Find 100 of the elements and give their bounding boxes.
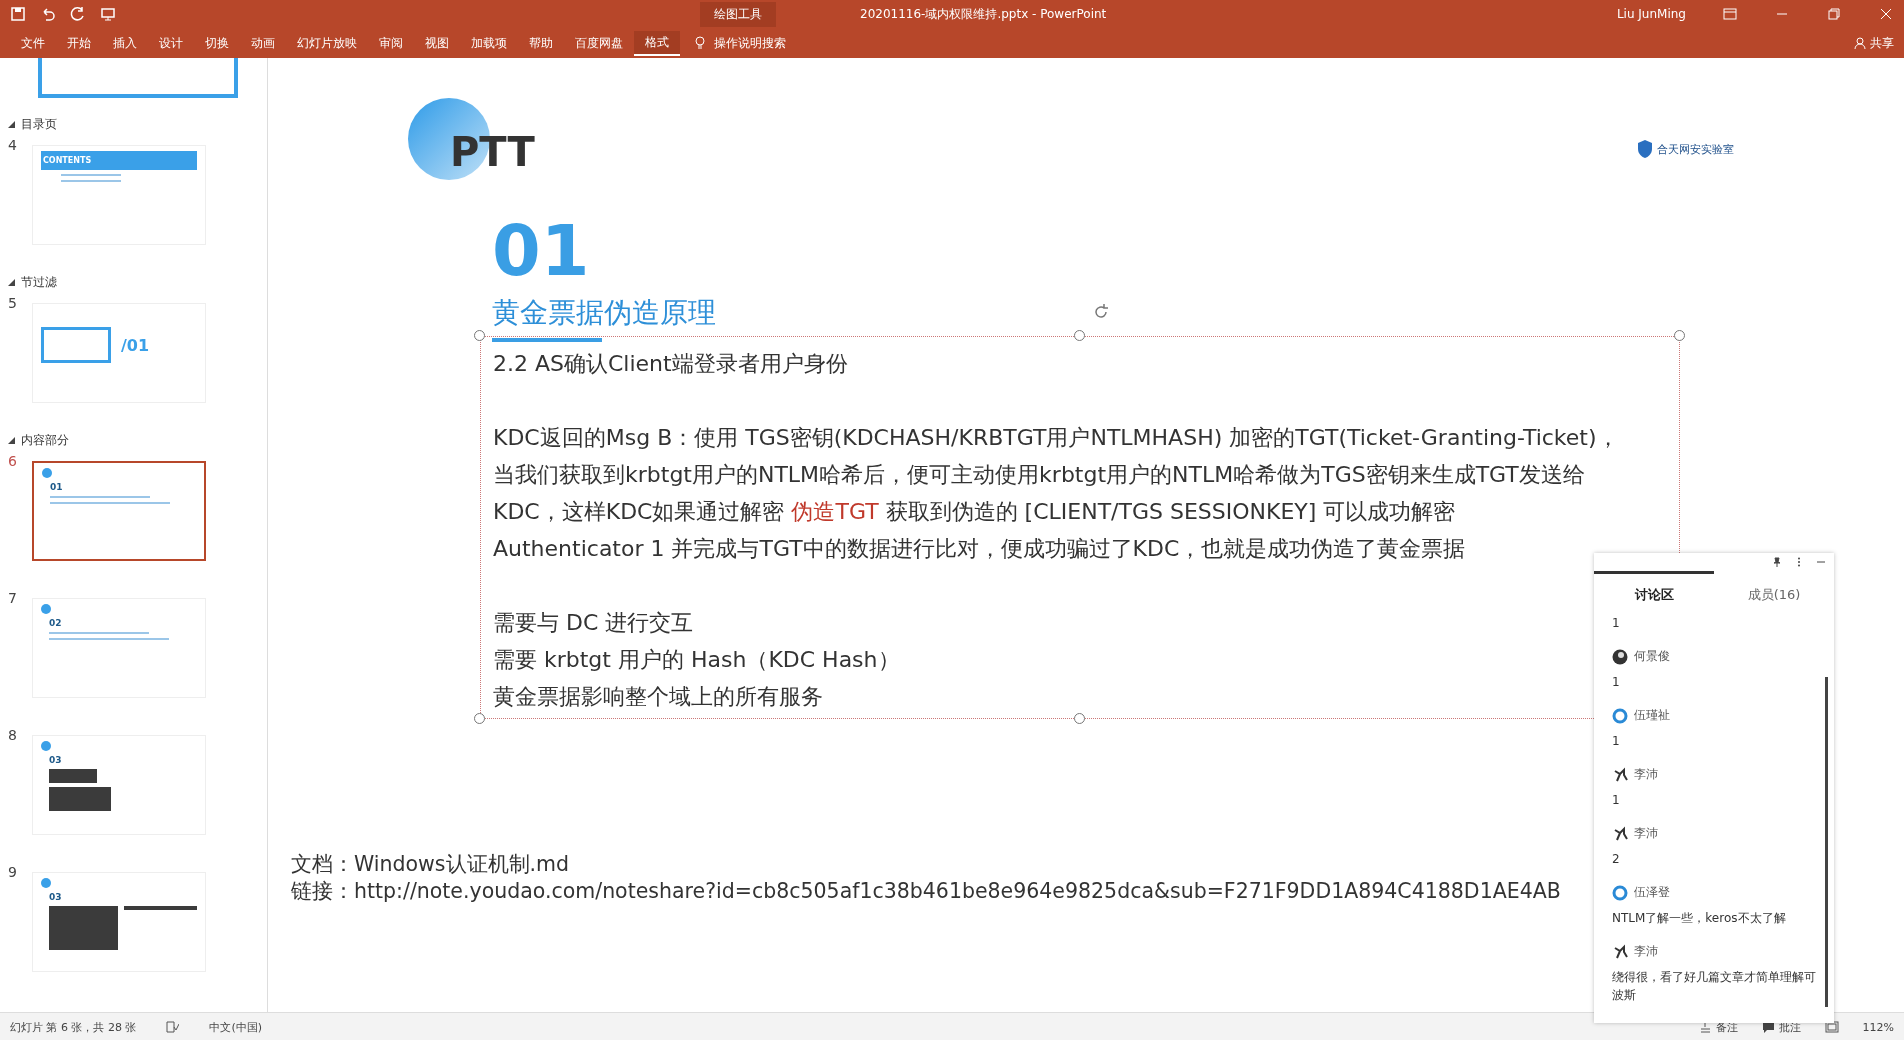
slide-number: 6 xyxy=(8,453,18,471)
ribbon-tab[interactable]: 审阅 xyxy=(368,31,414,55)
scrollbar[interactable] xyxy=(1825,677,1828,1007)
collapse-icon[interactable] xyxy=(8,437,15,444)
chat-message: 1 xyxy=(1612,792,1621,809)
ribbon-tab[interactable]: 加载项 xyxy=(460,31,518,55)
link-text[interactable]: 链接：http://note.youdao.com/noteshare?id=cb8c505af1c38b461be8e964e9825dca&sub=F271F9DD1A894C4188D1AE4AB xyxy=(291,878,1561,905)
ribbon-options-icon[interactable] xyxy=(1722,6,1738,22)
brand-name: 合天网安实验室 xyxy=(1657,141,1734,157)
thumbnail-logo xyxy=(41,604,51,614)
shield-icon xyxy=(1637,139,1653,159)
thumbnail-logo xyxy=(41,741,51,751)
spellcheck-icon[interactable] xyxy=(166,1021,180,1033)
ribbon-tab[interactable]: 切换 xyxy=(194,31,240,55)
ribbon-tab[interactable]: 幻灯片放映 xyxy=(286,31,368,55)
search-hint[interactable]: 操作说明搜索 xyxy=(714,34,786,52)
ribbon-tab[interactable]: 文件 xyxy=(10,31,56,55)
save-icon[interactable] xyxy=(10,6,26,22)
window-title: 20201116-域内权限维持.pptx - PowerPoint xyxy=(860,5,1107,23)
ribbon-tab[interactable]: 动画 xyxy=(240,31,286,55)
ribbon-tab[interactable]: 格式 xyxy=(634,30,680,56)
comment-icon[interactable] xyxy=(1761,1021,1775,1034)
ribbon-tab[interactable]: 帮助 xyxy=(518,31,564,55)
slideshow-icon[interactable] xyxy=(100,6,116,22)
collapse-icon[interactable] xyxy=(8,121,15,128)
sender-name: 李沛 xyxy=(1634,766,1658,783)
slide-number: 8 xyxy=(8,727,18,745)
slide-number: 5 xyxy=(8,295,18,313)
restore-icon[interactable] xyxy=(1826,6,1842,22)
zoom-level[interactable]: 112% xyxy=(1862,1020,1894,1034)
redo-icon[interactable] xyxy=(70,6,86,22)
avatar-icon xyxy=(1612,766,1628,783)
thumbnail-heading: CONTENTS xyxy=(41,151,197,170)
slide-thumbnail[interactable] xyxy=(38,58,238,98)
slide-thumbnail[interactable]: 02 xyxy=(32,598,206,698)
share-button[interactable]: 共享 xyxy=(1870,34,1894,52)
thumbnail-image xyxy=(49,906,119,950)
collapse-icon[interactable] xyxy=(8,279,15,286)
notes-icon[interactable] xyxy=(1698,1021,1712,1034)
chat-message: 1 xyxy=(1612,733,1621,750)
body-text: KDC，这样KDC如果通过解密 伪造TGT 获取到伪造的 [CLIENT/TGS SESSIONKEY] 可以成功解密 xyxy=(493,498,1456,526)
section-title[interactable]: 内容部分 xyxy=(21,432,69,449)
resize-handle[interactable] xyxy=(474,330,485,341)
slide-thumbnail[interactable]: 01 xyxy=(32,461,206,561)
language-label[interactable]: 中文(中国) xyxy=(209,1019,263,1035)
body-text: 黄金票据影响整个域上的所有服务 xyxy=(493,683,823,711)
normal-view-icon[interactable] xyxy=(1824,1021,1839,1033)
avatar-icon xyxy=(1612,707,1628,724)
resize-handle[interactable] xyxy=(1074,713,1085,724)
notes-button[interactable]: 备注 xyxy=(1715,1020,1738,1034)
chat-tab[interactable]: 成员(16) xyxy=(1714,571,1834,612)
thumbnail-heading: 02 xyxy=(49,618,63,628)
resize-handle[interactable] xyxy=(1074,330,1085,341)
thumbnail-image xyxy=(49,769,97,783)
ribbon-tab[interactable]: 设计 xyxy=(148,31,194,55)
ribbon-tab[interactable]: 开始 xyxy=(56,31,102,55)
chat-message: 1 xyxy=(1612,615,1621,632)
sender-name: 伍泽登 xyxy=(1634,884,1670,901)
body-text: KDC返回的Msg B：使用 TGS密钥(KDCHASH/KRBTGT用户NTLMHASH) 加密的TGT(Ticket-Granting-Ticket)， xyxy=(493,424,1619,452)
undo-icon[interactable] xyxy=(40,6,56,22)
resize-handle[interactable] xyxy=(1674,330,1685,341)
slide-number: 7 xyxy=(8,590,18,608)
thumbnail-image xyxy=(49,787,111,811)
ribbon-tab[interactable]: 百度网盘 xyxy=(564,31,634,55)
thumbnail-card xyxy=(41,327,111,363)
ribbon-tab[interactable]: 插入 xyxy=(102,31,148,55)
slide-title: 黄金票据伪造原理 xyxy=(492,295,716,331)
body-text: 当我们获取到krbtgt用户的NTLM哈希后，便可主动使用krbtgt用户的NTLM哈希做为TGS密钥来生成TGT发送给 xyxy=(493,461,1585,489)
user-name[interactable]: Liu JunMing xyxy=(1616,7,1686,21)
close-icon[interactable] xyxy=(1878,6,1894,22)
body-text: 需要 krbtgt 用户的 Hash（KDC Hash） xyxy=(493,646,900,674)
chapter-number: 01 xyxy=(492,216,591,286)
slide-number: 9 xyxy=(8,864,18,882)
thumbnail-lines xyxy=(61,180,121,182)
chat-message: 1 xyxy=(1612,674,1621,691)
slide-thumbnail[interactable]: 03 xyxy=(32,735,206,835)
section-title[interactable]: 目录页 xyxy=(21,116,57,133)
chat-tab[interactable]: 讨论区 xyxy=(1594,571,1714,612)
avatar-icon xyxy=(1612,884,1628,901)
chat-message: 绕得很，看了好几篇文章才简单理解可波斯 xyxy=(1612,969,1817,1004)
thumbnail-heading: 03 xyxy=(49,755,63,765)
avatar-icon xyxy=(1612,943,1628,960)
thumbnail-heading: /01 xyxy=(121,335,150,355)
thumbnail-heading: 01 xyxy=(50,482,64,492)
context-tab-label: 绘图工具 xyxy=(700,1,776,27)
body-text: 需要与 DC 进行交互 xyxy=(493,609,694,637)
slide-thumbnail[interactable]: 03 xyxy=(32,872,206,972)
ribbon-tab[interactable]: 视图 xyxy=(414,31,460,55)
resize-handle[interactable] xyxy=(474,713,485,724)
thumbnail-logo xyxy=(42,468,52,478)
avatar-icon xyxy=(1612,648,1628,665)
slide-thumbnail[interactable]: CONTENTS xyxy=(32,145,206,245)
sender-name: 李沛 xyxy=(1634,825,1658,842)
section-title[interactable]: 节过滤 xyxy=(21,274,57,291)
slide-thumbnail[interactable]: /01 xyxy=(32,303,206,403)
document-name: 文档：Windows认证机制.md xyxy=(291,851,569,878)
slide-number: 4 xyxy=(8,137,18,155)
sender-name: 李沛 xyxy=(1634,943,1658,960)
lightbulb-icon xyxy=(694,36,706,50)
pin-icon[interactable] xyxy=(1772,557,1782,567)
